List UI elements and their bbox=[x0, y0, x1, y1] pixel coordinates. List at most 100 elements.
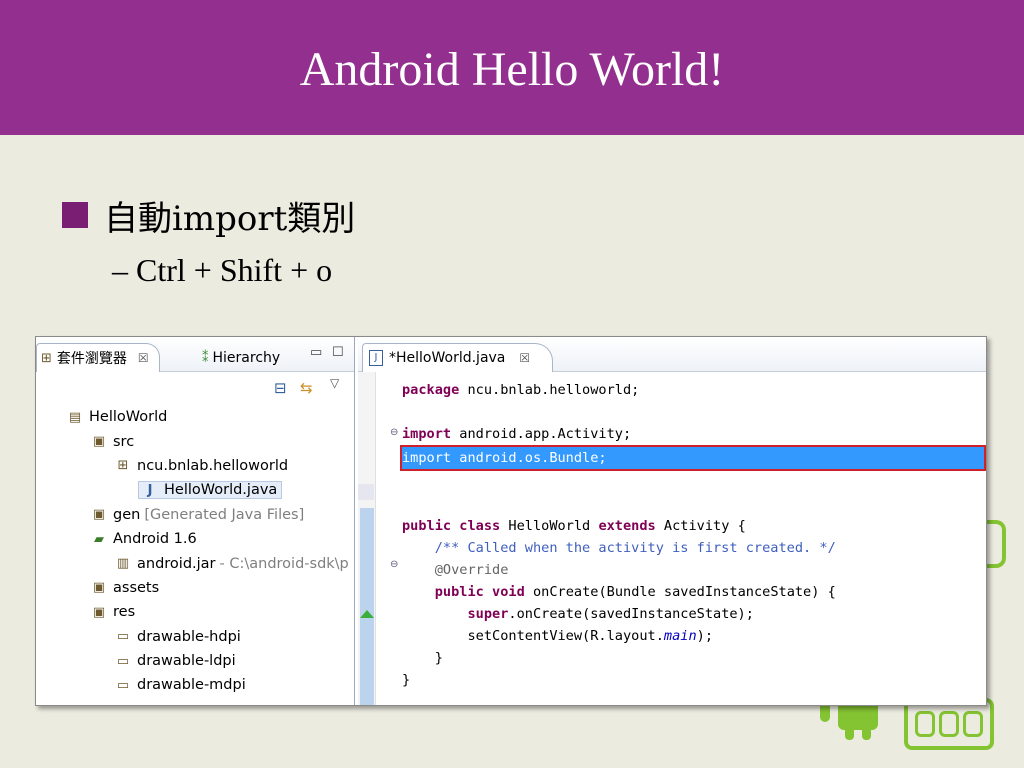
tree-item-decoration: - C:\android-sdk\p bbox=[219, 555, 349, 572]
tree-item-label: gen bbox=[113, 506, 141, 523]
tree-item[interactable]: ⊞ ncu.bnlab.helloworld bbox=[36, 454, 354, 478]
code-token: class bbox=[459, 518, 501, 534]
fold-icon[interactable]: ⊖ bbox=[390, 559, 398, 570]
bullet-square-icon bbox=[62, 202, 88, 228]
tree-item[interactable]: J HelloWorld.java bbox=[36, 478, 354, 502]
bullet-item: 自動import類別 bbox=[62, 190, 355, 240]
tree-item-content: ▣ assets bbox=[90, 580, 159, 596]
tree-item-content: J HelloWorld.java bbox=[138, 481, 283, 500]
code-token: import bbox=[402, 426, 452, 442]
tab-helloworld-java[interactable]: J *HelloWorld.java ☒ bbox=[362, 343, 554, 372]
tree-item-label: res bbox=[113, 604, 136, 621]
jar-icon: ▥ bbox=[116, 556, 130, 572]
code-line: } bbox=[402, 647, 986, 669]
tree-item[interactable]: ▭ drawable-hdpi bbox=[36, 625, 354, 649]
code-token: extends bbox=[598, 518, 656, 534]
tree-item-content: ▥ android.jar bbox=[114, 556, 216, 572]
gen-folder-icon: ▣ bbox=[92, 507, 106, 523]
java-file-icon: J bbox=[147, 482, 153, 498]
tree-item[interactable]: ▣ res bbox=[36, 600, 354, 624]
tree-item-label: assets bbox=[113, 579, 160, 596]
code-line: public void onCreate(Bundle savedInstanc… bbox=[402, 581, 986, 603]
code-token: onCreate(Bundle savedInstanceState) { bbox=[524, 584, 836, 600]
view-menu-icon[interactable]: ▽ bbox=[330, 376, 339, 390]
tree-item-label: HelloWorld.java bbox=[164, 482, 278, 499]
tree-item[interactable]: ▥ android.jar - C:\android-sdk\p bbox=[36, 551, 354, 575]
tab-hierarchy-label: Hierarchy bbox=[212, 350, 281, 366]
link-with-editor-icon[interactable]: ⇆ bbox=[300, 379, 313, 397]
code-line: public class HelloWorld extends Activity… bbox=[402, 515, 986, 537]
tree-item-content: ▰ Android 1.6 bbox=[90, 531, 197, 547]
maximize-icon[interactable]: ☐ bbox=[332, 345, 344, 360]
code-token: @Override bbox=[402, 562, 509, 578]
tree-item-label: Android 1.6 bbox=[113, 531, 197, 548]
tree-item[interactable]: ▤ HelloWorld bbox=[36, 405, 354, 429]
code-token: .onCreate(savedInstanceState); bbox=[508, 606, 754, 622]
code-line: } bbox=[402, 669, 986, 691]
open-folder-icon: ▭ bbox=[116, 677, 130, 693]
tree-item-label: drawable-mdpi bbox=[137, 677, 246, 694]
ruler-change-block bbox=[360, 508, 374, 705]
android-mascot-body bbox=[838, 702, 878, 730]
tree-item[interactable]: ▭ drawable-ldpi bbox=[36, 649, 354, 673]
code-token: setContentView(R.layout. bbox=[402, 628, 664, 644]
tree-item-label: ncu.bnlab.helloworld bbox=[137, 457, 289, 474]
eclipse-screenshot: ⊞ 套件瀏覽器 ☒ ⁑ Hierarchy ▭ ☐ ⊟ ⇆ ▽ ▤ HelloWo… bbox=[35, 336, 987, 706]
package-explorer-toolbar: ⊟ ⇆ ▽ bbox=[36, 372, 354, 404]
collapse-all-icon[interactable]: ⊟ bbox=[274, 379, 287, 397]
tab-hierarchy[interactable]: ⁑ Hierarchy bbox=[196, 345, 286, 371]
close-icon[interactable]: ☒ bbox=[519, 351, 530, 365]
sub-bullet-item: – Ctrl + Shift + o bbox=[112, 252, 332, 289]
fold-icon[interactable]: ⊖ bbox=[390, 427, 398, 438]
tree-item-label: src bbox=[113, 433, 135, 450]
minimize-icon[interactable]: ▭ bbox=[310, 345, 322, 360]
code-token: HelloWorld bbox=[500, 518, 599, 534]
code-editor[interactable]: package ncu.bnlab.helloworld; import and… bbox=[400, 379, 986, 691]
project-icon: ▤ bbox=[68, 409, 82, 425]
tree-item[interactable]: ▣ assets bbox=[36, 576, 354, 600]
code-line: /** Called when the activity is first cr… bbox=[402, 537, 986, 559]
sub-bullet-dash: – bbox=[112, 252, 128, 288]
tree-item-content: ⊞ ncu.bnlab.helloworld bbox=[114, 457, 289, 474]
code-token: public bbox=[434, 584, 484, 600]
code-token: } bbox=[402, 672, 411, 688]
code-token: public bbox=[402, 518, 452, 534]
folder-icon: ▣ bbox=[92, 604, 106, 620]
open-folder-icon: ▭ bbox=[116, 653, 130, 669]
code-token: super bbox=[467, 606, 509, 622]
hierarchy-icon: ⁑ bbox=[202, 350, 209, 366]
ruler-indicator-icon bbox=[360, 610, 374, 618]
code-line: super.onCreate(savedInstanceState); bbox=[402, 603, 986, 625]
tree-item[interactable]: ▣ gen [Generated Java Files] bbox=[36, 503, 354, 527]
close-icon[interactable]: ☒ bbox=[138, 351, 149, 365]
code-token: ); bbox=[696, 628, 714, 644]
editor-tab-label: *HelloWorld.java bbox=[389, 350, 506, 366]
tree-item-content: ▭ drawable-ldpi bbox=[114, 653, 236, 669]
slide-title: Android Hello World! bbox=[299, 43, 725, 96]
tree-item-content: ▣ res bbox=[90, 604, 135, 620]
code-token: main bbox=[663, 628, 697, 644]
open-folder-icon: ▭ bbox=[116, 629, 130, 645]
tree-item-content: ▣ gen bbox=[90, 507, 140, 523]
code-token: package bbox=[402, 382, 460, 398]
tab-package-explorer[interactable]: ⊞ 套件瀏覽器 ☒ bbox=[36, 343, 160, 372]
code-token: android.app.Activity; bbox=[451, 426, 632, 442]
library-icon: ▰ bbox=[94, 531, 104, 547]
bullet-text: 自動import類別 bbox=[104, 198, 356, 239]
tree-item[interactable]: ▣ src bbox=[36, 429, 354, 453]
tree-item-content: ▣ src bbox=[90, 434, 134, 450]
code-line-selected: import android.os.Bundle; bbox=[400, 445, 986, 471]
folder-icon: ▣ bbox=[92, 434, 106, 450]
tree-item[interactable]: ▰ Android 1.6 bbox=[36, 527, 354, 551]
code-token: ncu.bnlab.helloworld; bbox=[459, 382, 640, 398]
code-line: import android.app.Activity; bbox=[402, 423, 986, 445]
android-mascot-leg bbox=[845, 728, 854, 740]
decorative-bracket bbox=[986, 520, 1006, 568]
tree-item[interactable]: ▭ drawable-mdpi bbox=[36, 673, 354, 697]
tab-package-explorer-label: 套件瀏覽器 bbox=[56, 351, 127, 367]
